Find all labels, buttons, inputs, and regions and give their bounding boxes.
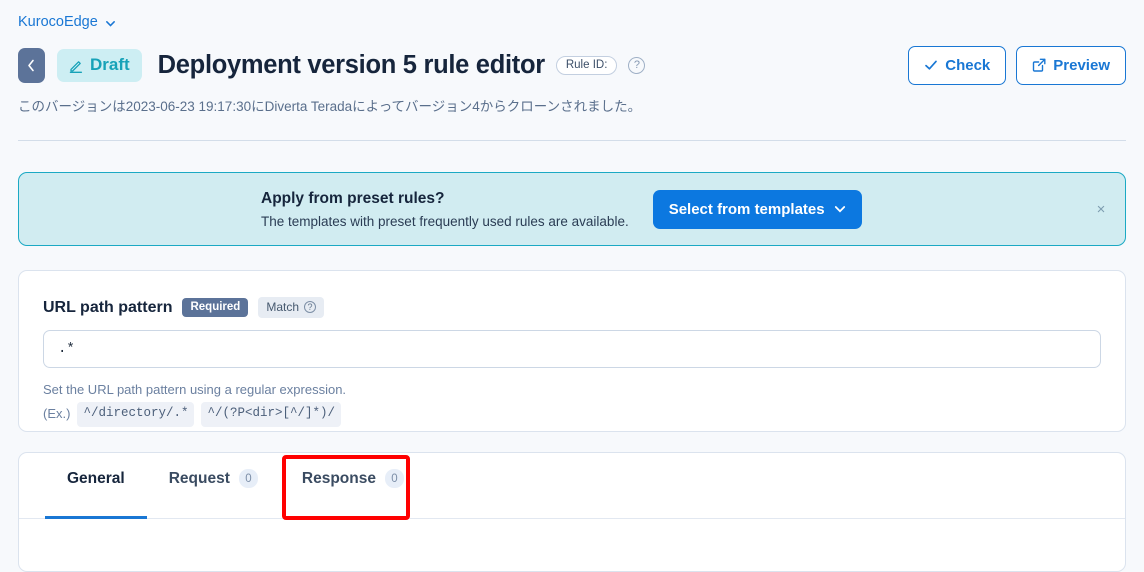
url-field-examples: (Ex.) ^/directory/.* ^/(?P<dir>[^/]*)/ <box>43 402 1101 427</box>
preview-button[interactable]: Preview <box>1016 45 1126 85</box>
check-button[interactable]: Check <box>908 45 1007 85</box>
page-title: Deployment version 5 rule editor <box>157 50 545 79</box>
chevron-down-icon <box>105 17 116 28</box>
status-badge[interactable]: Draft <box>57 48 142 82</box>
help-icon: ? <box>304 301 317 313</box>
url-field-help: Set the URL path pattern using a regular… <box>43 380 1101 427</box>
tab-response-count: 0 <box>384 469 404 488</box>
pencil-icon <box>68 57 84 73</box>
url-field-help-line: Set the URL path pattern using a regular… <box>43 382 347 397</box>
help-icon[interactable]: ? <box>628 56 646 74</box>
rule-sections-card: General Request 0 Response 0 <box>18 452 1126 572</box>
example-prefix: (Ex.) <box>43 406 71 422</box>
preset-banner-title: Apply from preset rules? <box>261 189 445 207</box>
example-chip: ^/directory/.* <box>77 402 195 427</box>
url-field-label: URL path pattern <box>43 298 173 316</box>
status-badge-label: Draft <box>90 55 130 74</box>
preset-banner: Apply from preset rules? The templates w… <box>18 172 1126 246</box>
check-icon <box>924 58 938 72</box>
url-path-pattern-card: URL path pattern Required Match ? Set th… <box>18 270 1126 432</box>
close-icon[interactable]: × <box>1093 201 1109 218</box>
tab-request-count: 0 <box>238 469 258 488</box>
required-badge: Required <box>182 298 249 317</box>
check-button-label: Check <box>945 56 991 74</box>
preset-banner-subtitle: The templates with preset frequently use… <box>261 213 629 229</box>
breadcrumb[interactable]: KurocoEdge <box>18 14 116 30</box>
chevron-down-icon <box>834 203 846 215</box>
url-field-label-row: URL path pattern Required Match ? <box>43 297 1101 318</box>
match-badge[interactable]: Match ? <box>258 297 325 318</box>
external-link-icon <box>1032 58 1046 72</box>
url-path-pattern-input[interactable] <box>43 330 1101 368</box>
select-templates-label: Select from templates <box>668 200 825 218</box>
rule-id-badge: Rule ID: <box>555 55 618 75</box>
match-badge-label: Match <box>266 300 300 314</box>
tab-request[interactable]: Request 0 <box>147 453 280 518</box>
breadcrumb-label: KurocoEdge <box>18 14 98 30</box>
clone-note: このバージョンは2023-06-23 19:17:30にDiverta Tera… <box>18 99 642 114</box>
preview-button-label: Preview <box>1053 56 1110 74</box>
tab-general-label: General <box>67 469 125 487</box>
header-divider <box>18 140 1126 141</box>
tab-general[interactable]: General <box>45 453 147 519</box>
tab-request-label: Request <box>168 469 230 487</box>
select-from-templates-button[interactable]: Select from templates <box>652 189 862 229</box>
tabstrip: General Request 0 Response 0 <box>19 453 1125 519</box>
chevron-left-icon <box>28 59 34 71</box>
example-chip: ^/(?P<dir>[^/]*)/ <box>201 402 342 427</box>
tab-response-label: Response <box>301 469 376 487</box>
preset-banner-text: Apply from preset rules? The templates w… <box>261 190 629 229</box>
tab-response[interactable]: Response 0 <box>280 453 426 518</box>
back-button[interactable] <box>18 47 45 83</box>
header-actions: Check Preview <box>908 45 1126 85</box>
page-header: Draft Deployment version 5 rule editor R… <box>18 45 1126 85</box>
